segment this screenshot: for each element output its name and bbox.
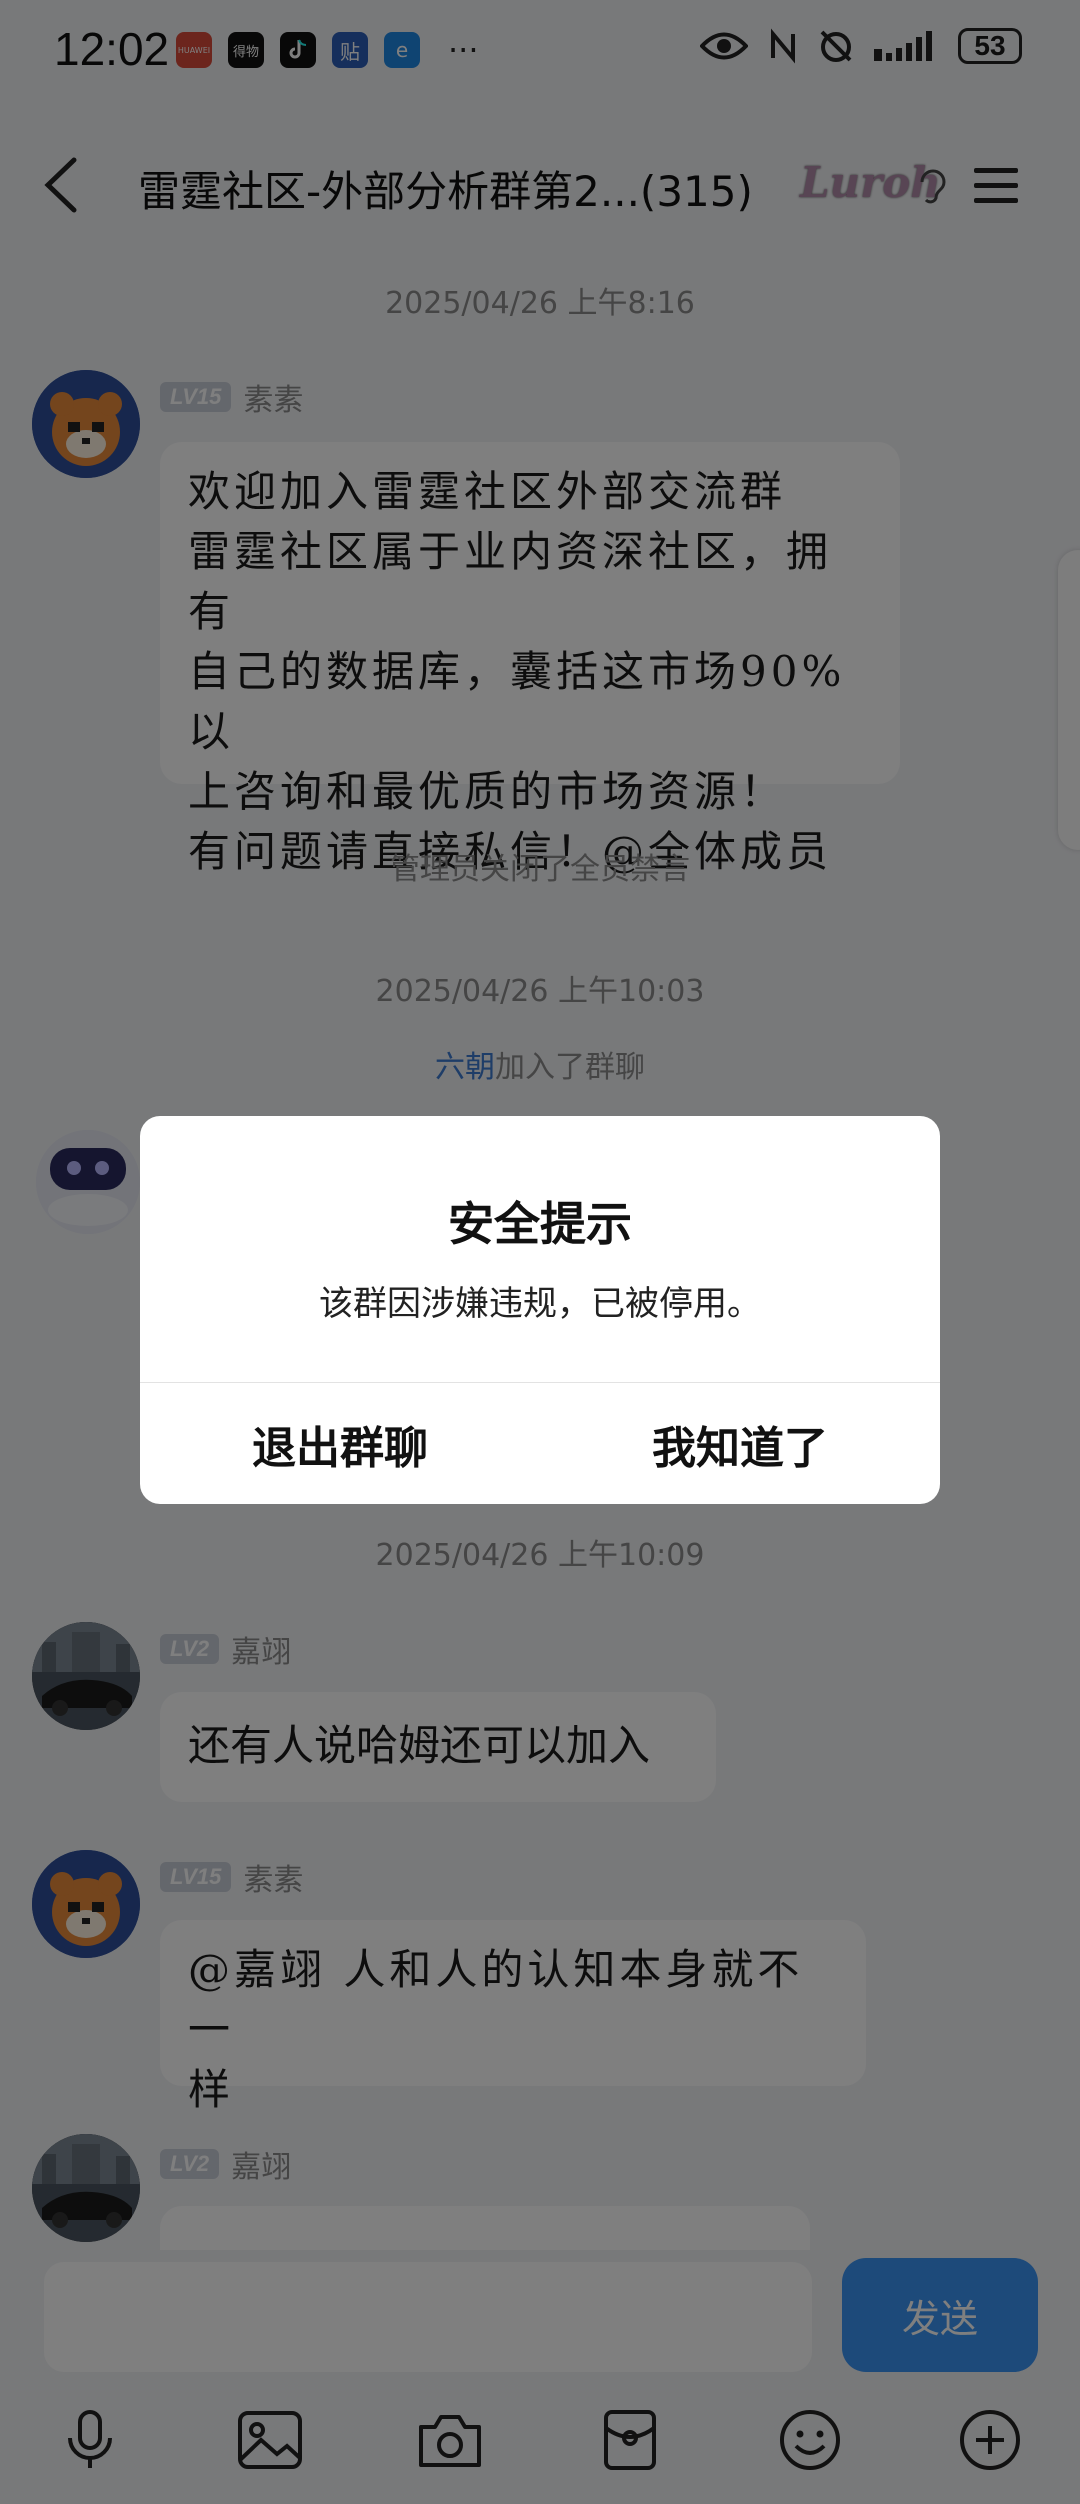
dialog-title: 安全提示	[448, 1197, 632, 1251]
dialog-message: 该群因涉嫌违规，已被停用。	[319, 1284, 761, 1324]
acknowledge-button[interactable]: 我知道了	[540, 1384, 940, 1504]
exit-group-button[interactable]: 退出群聊	[140, 1384, 540, 1504]
dialog-divider	[140, 1382, 940, 1383]
security-alert-dialog: 安全提示 该群因涉嫌违规，已被停用。 退出群聊 我知道了	[140, 1116, 940, 1504]
